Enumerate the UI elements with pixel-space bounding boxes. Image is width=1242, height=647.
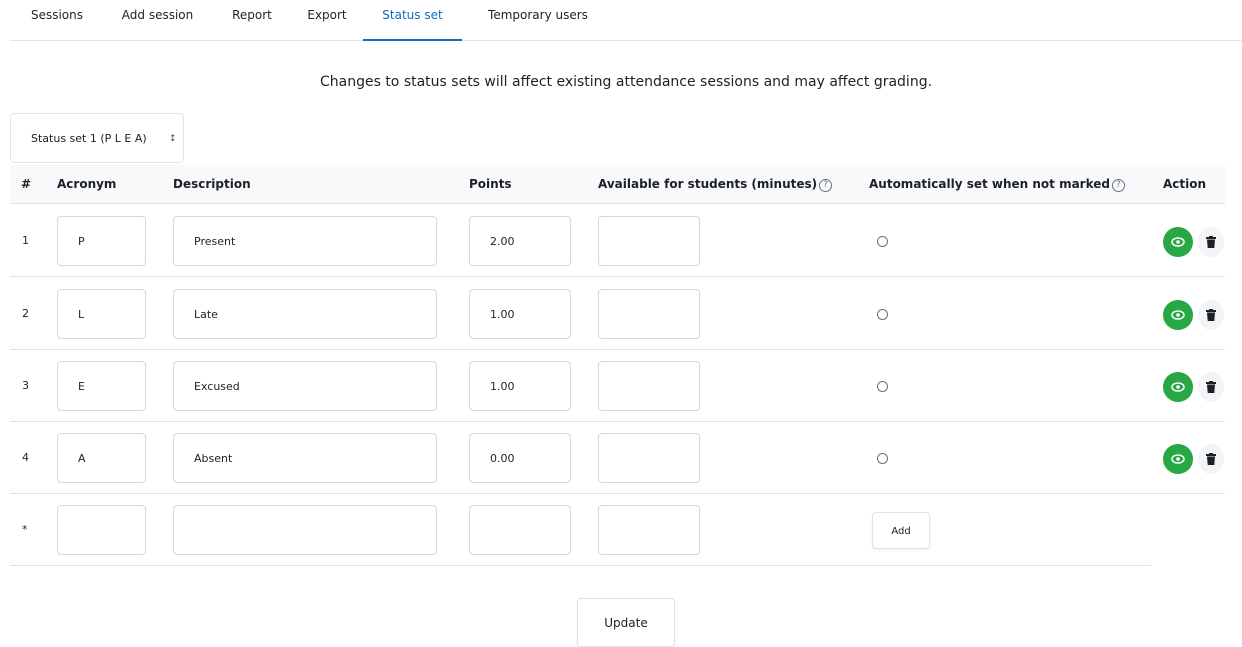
new-available-minutes-input[interactable] [598,505,700,555]
table-row: 4 [10,422,1225,494]
visible-button[interactable] [1163,300,1193,330]
add-button[interactable]: Add [872,512,930,549]
description-input[interactable] [173,216,437,266]
tab-add-session[interactable]: Add session [114,0,201,41]
acronym-input[interactable] [57,216,146,266]
row-number: 2 [22,307,29,320]
acronym-input[interactable] [57,289,146,339]
tab-export[interactable]: Export [303,0,351,41]
header-available: Available for students (minutes)? [598,165,833,203]
header-points: Points [469,177,512,191]
header-auto: Automatically set when not marked? [869,165,1125,203]
description-input[interactable] [173,361,437,411]
tab-temporary-users[interactable]: Temporary users [476,0,600,41]
warning-notice: Changes to status sets will affect exist… [319,74,933,90]
header-acronym: Acronym [57,177,117,191]
sort-caret-icon: ↕ [169,134,177,144]
available-minutes-input[interactable] [598,289,700,339]
new-points-input[interactable] [469,505,571,555]
acronym-input[interactable] [57,361,146,411]
tab-sessions[interactable]: Sessions [26,0,88,41]
row-number: * [22,523,28,536]
eye-icon [1171,454,1185,464]
visible-button[interactable] [1163,444,1193,474]
tab-report[interactable]: Report [226,0,278,41]
status-set-select[interactable]: Status set 1 (P L E A) ↕ [10,113,184,163]
eye-icon [1171,310,1185,320]
row-number: 3 [22,379,29,392]
description-input[interactable] [173,289,437,339]
table-row: 2 [10,278,1225,350]
points-input[interactable] [469,433,571,483]
header-action: Action [1163,177,1207,191]
table-row: 1 [10,205,1225,277]
update-button[interactable]: Update [577,598,675,647]
description-input[interactable] [173,433,437,483]
available-minutes-input[interactable] [598,433,700,483]
row-number: 4 [22,451,29,464]
table-header: # Acronym Description Points Available f… [10,165,1225,204]
new-acronym-input[interactable] [57,505,146,555]
auto-set-radio[interactable] [877,309,888,320]
eye-icon [1171,382,1185,392]
delete-button[interactable] [1198,444,1224,474]
eye-icon [1171,237,1185,247]
visible-button[interactable] [1163,227,1193,257]
header-available-label: Available for students (minutes) [598,177,818,191]
tab-status-set[interactable]: Status set [363,0,462,41]
auto-set-radio[interactable] [877,453,888,464]
trash-icon [1206,309,1216,321]
status-set-select-value: Status set 1 (P L E A) [31,132,147,145]
new-status-row: * Add [10,494,1151,566]
question-circle-icon[interactable]: ? [1112,179,1125,192]
available-minutes-input[interactable] [598,361,700,411]
new-description-input[interactable] [173,505,437,555]
delete-button[interactable] [1198,227,1224,257]
header-description: Description [173,177,251,191]
points-input[interactable] [469,216,571,266]
available-minutes-input[interactable] [598,216,700,266]
visible-button[interactable] [1163,372,1193,402]
tab-navigation: Sessions Add session Report Export Statu… [10,0,1242,41]
auto-set-radio[interactable] [877,236,888,247]
question-circle-icon[interactable]: ? [819,179,833,192]
table-row: 3 [10,350,1225,422]
trash-icon [1206,381,1216,393]
delete-button[interactable] [1198,372,1224,402]
trash-icon [1206,453,1216,465]
header-auto-label: Automatically set when not marked [869,177,1110,191]
auto-set-radio[interactable] [877,381,888,392]
points-input[interactable] [469,289,571,339]
acronym-input[interactable] [57,433,146,483]
header-num: # [21,177,32,191]
delete-button[interactable] [1198,300,1224,330]
row-number: 1 [22,234,29,247]
points-input[interactable] [469,361,571,411]
trash-icon [1206,236,1216,248]
